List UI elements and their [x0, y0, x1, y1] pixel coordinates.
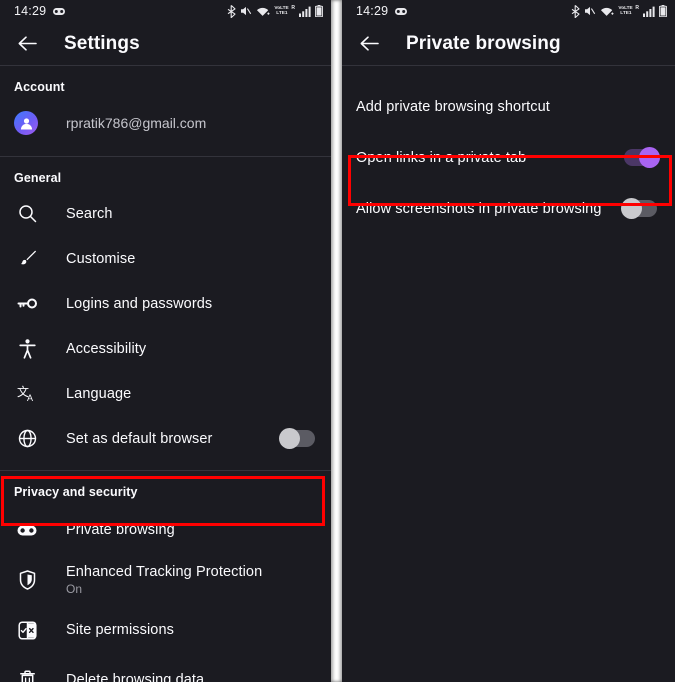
roaming-icon: R: [635, 4, 639, 11]
option-label: Add private browsing shortcut: [356, 98, 550, 115]
screenshot-separator: [331, 0, 342, 682]
settings-item-language[interactable]: 文A Language: [0, 371, 331, 416]
battery-icon: [659, 5, 667, 17]
settings-item-enhanced-tracking-protection[interactable]: Enhanced Tracking Protection On: [0, 555, 331, 605]
status-bar-clock: 14:29: [356, 4, 389, 18]
account-email: rpratik786@gmail.com: [66, 115, 207, 131]
status-bar-right: 14:29 VoLTE LTE1 R: [342, 0, 675, 22]
translate-icon: 文A: [14, 384, 40, 403]
section-heading-privacy-and-security: Privacy and security: [14, 485, 138, 499]
settings-item-label: Customise: [66, 250, 136, 267]
shield-icon: [14, 570, 40, 590]
signal-icon: [299, 6, 311, 17]
allow-screenshots-toggle[interactable]: [621, 198, 657, 219]
status-bar-clock: 14:29: [14, 4, 47, 18]
key-icon: [14, 297, 40, 310]
battery-icon: [315, 5, 323, 17]
settings-screen: 14:29 VoLTE LTE1 R Settings Account rpra…: [0, 0, 331, 682]
section-heading-account: Account: [14, 80, 65, 94]
paintbrush-icon: [14, 249, 40, 268]
settings-item-sublabel: On: [66, 582, 83, 596]
volte-icon: VoLTE LTE1: [618, 5, 633, 16]
settings-item-accessibility[interactable]: Accessibility: [0, 326, 331, 371]
settings-item-label: Site permissions: [66, 622, 174, 638]
default-browser-toggle[interactable]: [279, 428, 315, 449]
volte-icon: VoLTE LTE1: [274, 5, 289, 16]
settings-item-label: Private browsing: [66, 522, 175, 538]
settings-item-site-permissions[interactable]: Site permissions: [0, 605, 331, 655]
open-links-private-tab-toggle[interactable]: [624, 147, 660, 168]
signal-icon: [643, 6, 655, 17]
settings-item-label: Search: [66, 205, 113, 222]
settings-item-label: Logins and passwords: [66, 295, 213, 312]
settings-item-delete-browsing-data[interactable]: Delete browsing data: [0, 655, 331, 682]
settings-item-label: Language: [66, 385, 132, 402]
option-label: Open links in a private tab: [356, 149, 527, 166]
search-icon: [14, 204, 40, 223]
mute-icon: [240, 5, 252, 17]
private-mask-icon: [14, 524, 40, 537]
settings-item-label: Accessibility: [66, 340, 147, 357]
account-row[interactable]: rpratik786@gmail.com: [0, 100, 331, 146]
settings-item-label: Set as default browser: [66, 430, 213, 447]
private-browsing-app-bar: Private browsing: [342, 22, 675, 65]
option-allow-screenshots-in-private-browsing[interactable]: Allow screenshots in private browsing: [342, 186, 675, 231]
svg-text:A: A: [27, 393, 33, 403]
settings-item-label: Enhanced Tracking Protection: [66, 564, 263, 580]
settings-item-set-as-default-browser[interactable]: Set as default browser: [0, 416, 331, 461]
mute-icon: [584, 5, 596, 17]
wifi-icon: [256, 6, 270, 17]
roaming-icon: R: [291, 4, 295, 11]
bluetooth-icon: [227, 4, 236, 18]
section-heading-general: General: [14, 171, 62, 185]
option-add-private-browsing-shortcut[interactable]: Add private browsing shortcut: [342, 84, 675, 129]
private-mask-icon: [394, 7, 408, 16]
option-label: Allow screenshots in private browsing: [356, 200, 602, 217]
dual-screenshot-container: 14:29 VoLTE LTE1 R Settings Account rpra…: [0, 0, 675, 682]
settings-item-label: Delete browsing data: [66, 672, 205, 682]
private-mask-icon: [52, 7, 66, 16]
settings-app-bar: Settings: [0, 22, 331, 65]
globe-icon: [14, 429, 40, 448]
status-bar-left: 14:29 VoLTE LTE1 R: [0, 0, 331, 22]
page-title: Private browsing: [406, 32, 561, 54]
trash-icon: [14, 670, 40, 682]
settings-item-search[interactable]: Search: [0, 191, 331, 236]
option-open-links-in-private-tab[interactable]: Open links in a private tab: [342, 135, 675, 180]
back-arrow-icon[interactable]: [14, 31, 40, 57]
back-arrow-icon[interactable]: [356, 31, 382, 57]
settings-item-private-browsing[interactable]: Private browsing: [0, 505, 331, 555]
bluetooth-icon: [571, 4, 580, 18]
account-avatar-icon: [14, 111, 38, 135]
wifi-icon: [600, 6, 614, 17]
permissions-icon: [14, 620, 40, 640]
page-title: Settings: [64, 32, 140, 54]
settings-item-logins-and-passwords[interactable]: Logins and passwords: [0, 281, 331, 326]
settings-item-customise[interactable]: Customise: [0, 236, 331, 281]
private-browsing-screen: 14:29 VoLTE LTE1 R Private browsing Add …: [342, 0, 675, 682]
accessibility-icon: [14, 338, 40, 359]
